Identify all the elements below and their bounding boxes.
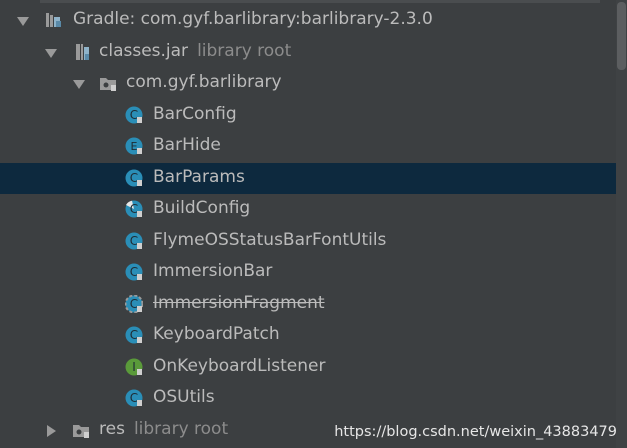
res-label-wrap: res library root — [99, 419, 228, 439]
tree-row-class[interactable]: C FlymeOSStatusBarFontUtils — [0, 226, 627, 257]
jar-label: classes.jar — [99, 41, 189, 61]
class-icon: C — [125, 232, 143, 250]
svg-text:C: C — [130, 171, 138, 185]
svg-text:I: I — [132, 360, 136, 374]
tree-row-package[interactable]: com.gyf.barlibrary — [0, 68, 627, 99]
class-label: ImmersionBar — [153, 261, 273, 281]
collapse-arrow-icon[interactable] — [47, 425, 56, 437]
tree-row-class-deprecated[interactable]: C ImmersionFragment — [0, 289, 627, 320]
tree-row-class-selected[interactable]: C BarParams — [0, 163, 627, 194]
res-label: res — [99, 419, 125, 439]
res-hint: library root — [133, 419, 229, 439]
expand-arrow-icon[interactable] — [73, 80, 85, 89]
svg-text:C: C — [130, 202, 138, 216]
tree-row-classes-jar[interactable]: classes.jar library root — [0, 37, 627, 68]
svg-text:C: C — [130, 265, 138, 279]
class-icon: C — [125, 200, 143, 218]
class-icon: C — [125, 106, 143, 124]
svg-text:C: C — [130, 391, 138, 405]
scrollbar-thumb[interactable] — [617, 2, 626, 70]
class-label: OnKeyboardListener — [153, 356, 326, 376]
jar-icon — [76, 44, 89, 60]
tree-row-class[interactable]: E BarHide — [0, 131, 627, 162]
package-folder-icon — [100, 78, 116, 91]
folder-icon — [73, 425, 89, 438]
tree-row-class[interactable]: C KeyboardPatch — [0, 320, 627, 351]
class-icon: C — [125, 263, 143, 281]
class-icon: C — [125, 389, 143, 407]
gradle-library-icon — [46, 13, 61, 27]
class-label: BarParams — [153, 167, 245, 187]
tree-row-gradle[interactable]: Gradle: com.gyf.barlibrary:barlibrary-2.… — [0, 5, 627, 36]
expand-arrow-icon[interactable] — [17, 17, 29, 26]
tree-row-class[interactable]: C BarConfig — [0, 100, 627, 131]
class-label: KeyboardPatch — [153, 324, 280, 344]
tree-row-class[interactable]: C ImmersionBar — [0, 257, 627, 288]
svg-text:C: C — [130, 297, 138, 311]
class-icon: C — [125, 169, 143, 187]
package-label: com.gyf.barlibrary — [126, 72, 282, 92]
class-label: BuildConfig — [153, 198, 251, 218]
svg-text:E: E — [131, 140, 138, 153]
watermark-text: https://blog.csdn.net/weixin_43883479 — [334, 424, 617, 440]
class-label: FlymeOSStatusBarFontUtils — [153, 230, 387, 250]
tree-row-class[interactable]: C BuildConfig — [0, 194, 627, 225]
cut-off-row-fragment — [40, 0, 600, 3]
svg-text:C: C — [130, 234, 138, 248]
vertical-scrollbar[interactable] — [616, 0, 627, 448]
jar-hint: library root — [197, 41, 292, 61]
interface-icon: I — [125, 358, 143, 376]
enum-icon: E — [125, 137, 143, 155]
tree-row-class[interactable]: I OnKeyboardListener — [0, 352, 627, 383]
class-label: ImmersionFragment — [153, 293, 325, 313]
class-label: BarHide — [153, 135, 221, 155]
abstract-class-icon: C — [125, 295, 143, 313]
expand-arrow-icon[interactable] — [45, 49, 57, 58]
class-label: OSUtils — [153, 387, 215, 407]
jar-label-wrap: classes.jar library root — [99, 41, 291, 61]
gradle-label: Gradle: com.gyf.barlibrary:barlibrary-2.… — [73, 9, 433, 29]
svg-text:C: C — [130, 108, 138, 122]
class-label: BarConfig — [153, 104, 237, 124]
class-icon: C — [125, 326, 143, 344]
tree-row-class[interactable]: C OSUtils — [0, 383, 627, 414]
svg-text:C: C — [130, 328, 138, 342]
